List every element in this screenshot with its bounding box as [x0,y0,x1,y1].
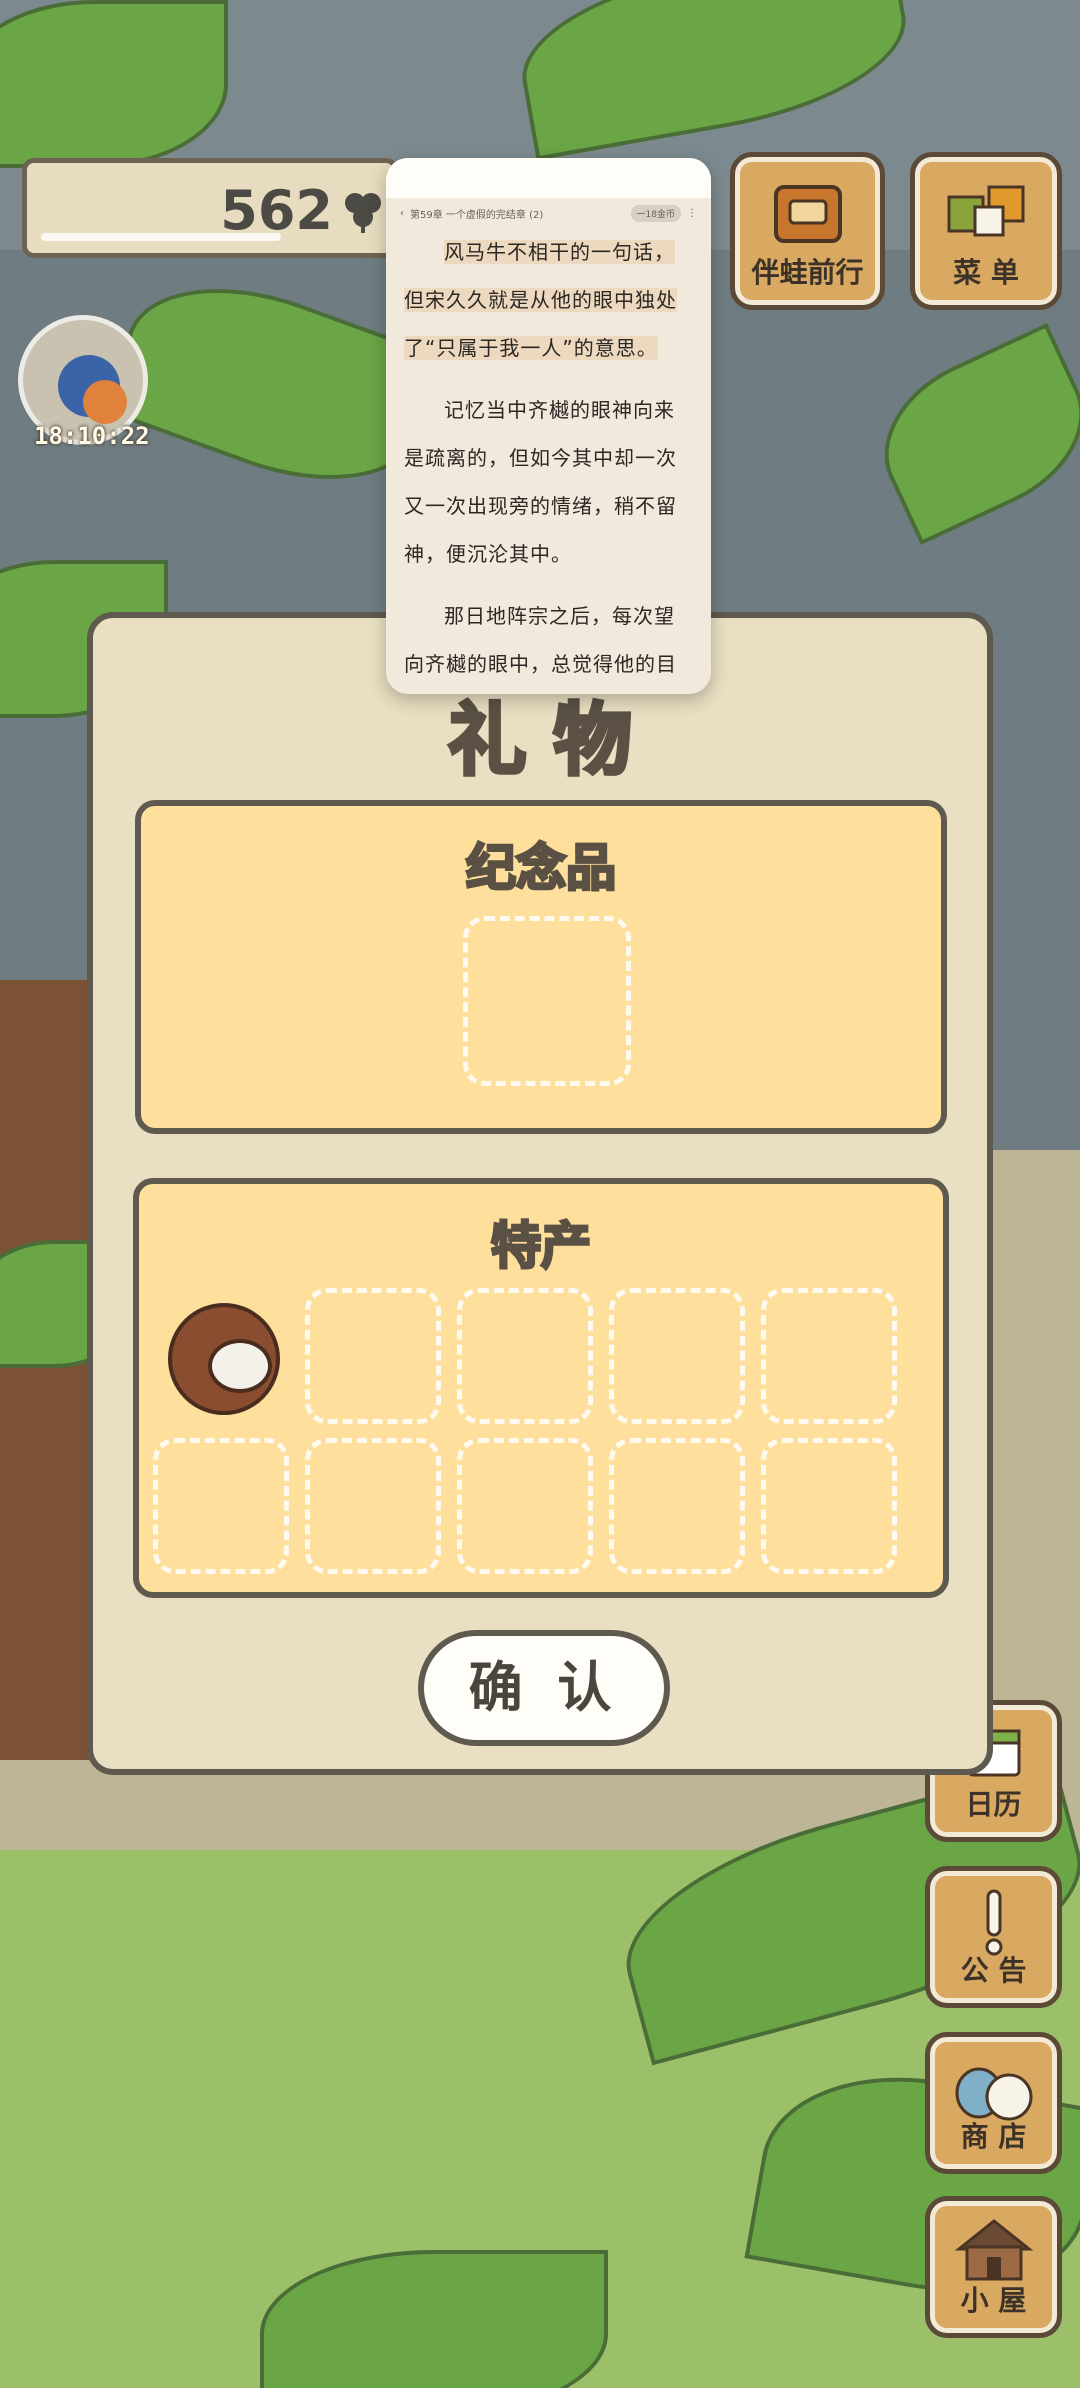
specialty-title: 特产 [490,1216,593,1277]
specialty-slot[interactable] [457,1288,593,1424]
travel-button-label: 伴蛙前行 [751,256,864,289]
clover-progress-bar [41,233,281,241]
reader-nav: ‹ 第59章 一个虚假的完结章 (2) 一18金币 ⋮ [386,198,711,228]
highlighted-text: 风马牛不相干的一句话，但宋久久就是从他的眼中独处了“只属于我一人”的意思。 [404,240,677,360]
reader-paragraph: 那日地阵宗之后，每次望向齐樾的眼中，总觉得他的目光事实的不像话 [404,604,677,676]
more-dots-icon[interactable]: ⋮ [687,208,697,219]
coconut-flesh [208,1339,272,1393]
house-button-label: 小 屋 [960,2284,1027,2317]
reader-topbar[interactable] [386,158,711,198]
specialty-slot[interactable] [761,1288,897,1424]
specialty-slot[interactable] [609,1438,745,1574]
chapter-title: 第59章 一个虚假的完结章 (2) [410,209,544,221]
specialty-slot[interactable] [153,1438,289,1574]
house-icon [954,2219,1033,2281]
souvenir-title: 纪念品 [465,838,618,899]
specialty-slot[interactable] [609,1288,745,1424]
clover-counter: 562 [22,158,398,258]
specialty-panel: 特产 [133,1178,949,1598]
reader-paragraph: 风马牛不相干的一句话，但宋久久就是从他的眼中独处了“只属于我一人”的意思。 [386,228,711,372]
reader-paragraph: 记忆当中齐樾的眼神向来是疏离的，但如今其中却一次又一次出现旁的情绪，稍不留神，便… [404,398,677,566]
bag-icon [955,2067,1032,2121]
house-button[interactable]: 小 屋 [925,2196,1062,2338]
specialty-slot[interactable] [153,1288,289,1424]
reader-floating-window[interactable]: ‹ 第59章 一个虚假的完结章 (2) 一18金币 ⋮ 风马牛不相干的一句话，但… [386,158,711,694]
calendar-button-label: 日历 [965,1788,1022,1821]
tree-trunk [0,980,94,1760]
souvenir-panel: 纪念品 [135,800,947,1134]
confirm-button[interactable]: 确 认 [418,1630,670,1746]
clover-icon [345,193,381,233]
notice-button-label: 公 告 [960,1954,1027,1987]
frog-companion-icon [83,380,127,424]
exclamation-icon [985,1889,1002,1956]
menu-button[interactable]: 菜 单 [910,152,1062,310]
specialty-slot[interactable] [305,1288,441,1424]
notice-button[interactable]: 公 告 [925,1866,1062,2008]
specialty-slot[interactable] [457,1438,593,1574]
specialty-slot[interactable] [305,1438,441,1574]
specialty-slot[interactable] [761,1438,897,1574]
travel-button[interactable]: 伴蛙前行 [730,152,885,310]
shop-button[interactable]: 商 店 [925,2032,1062,2174]
shop-button-label: 商 店 [960,2120,1027,2153]
coin-badge[interactable]: 一18金币 [630,204,681,222]
back-chevron-icon[interactable]: ‹ [400,208,404,219]
menu-button-label: 菜 单 [953,256,1019,289]
gift-dialog: 礼 物 纪念品 特产 确 认 [87,612,993,1775]
backpack-icon [773,185,842,243]
souvenir-slot[interactable] [463,916,631,1086]
timer-text: 18:10:22 [34,422,150,450]
coconut-icon [168,1303,280,1415]
menu-icon [947,185,1025,237]
dialog-title: 礼 物 [446,694,633,788]
